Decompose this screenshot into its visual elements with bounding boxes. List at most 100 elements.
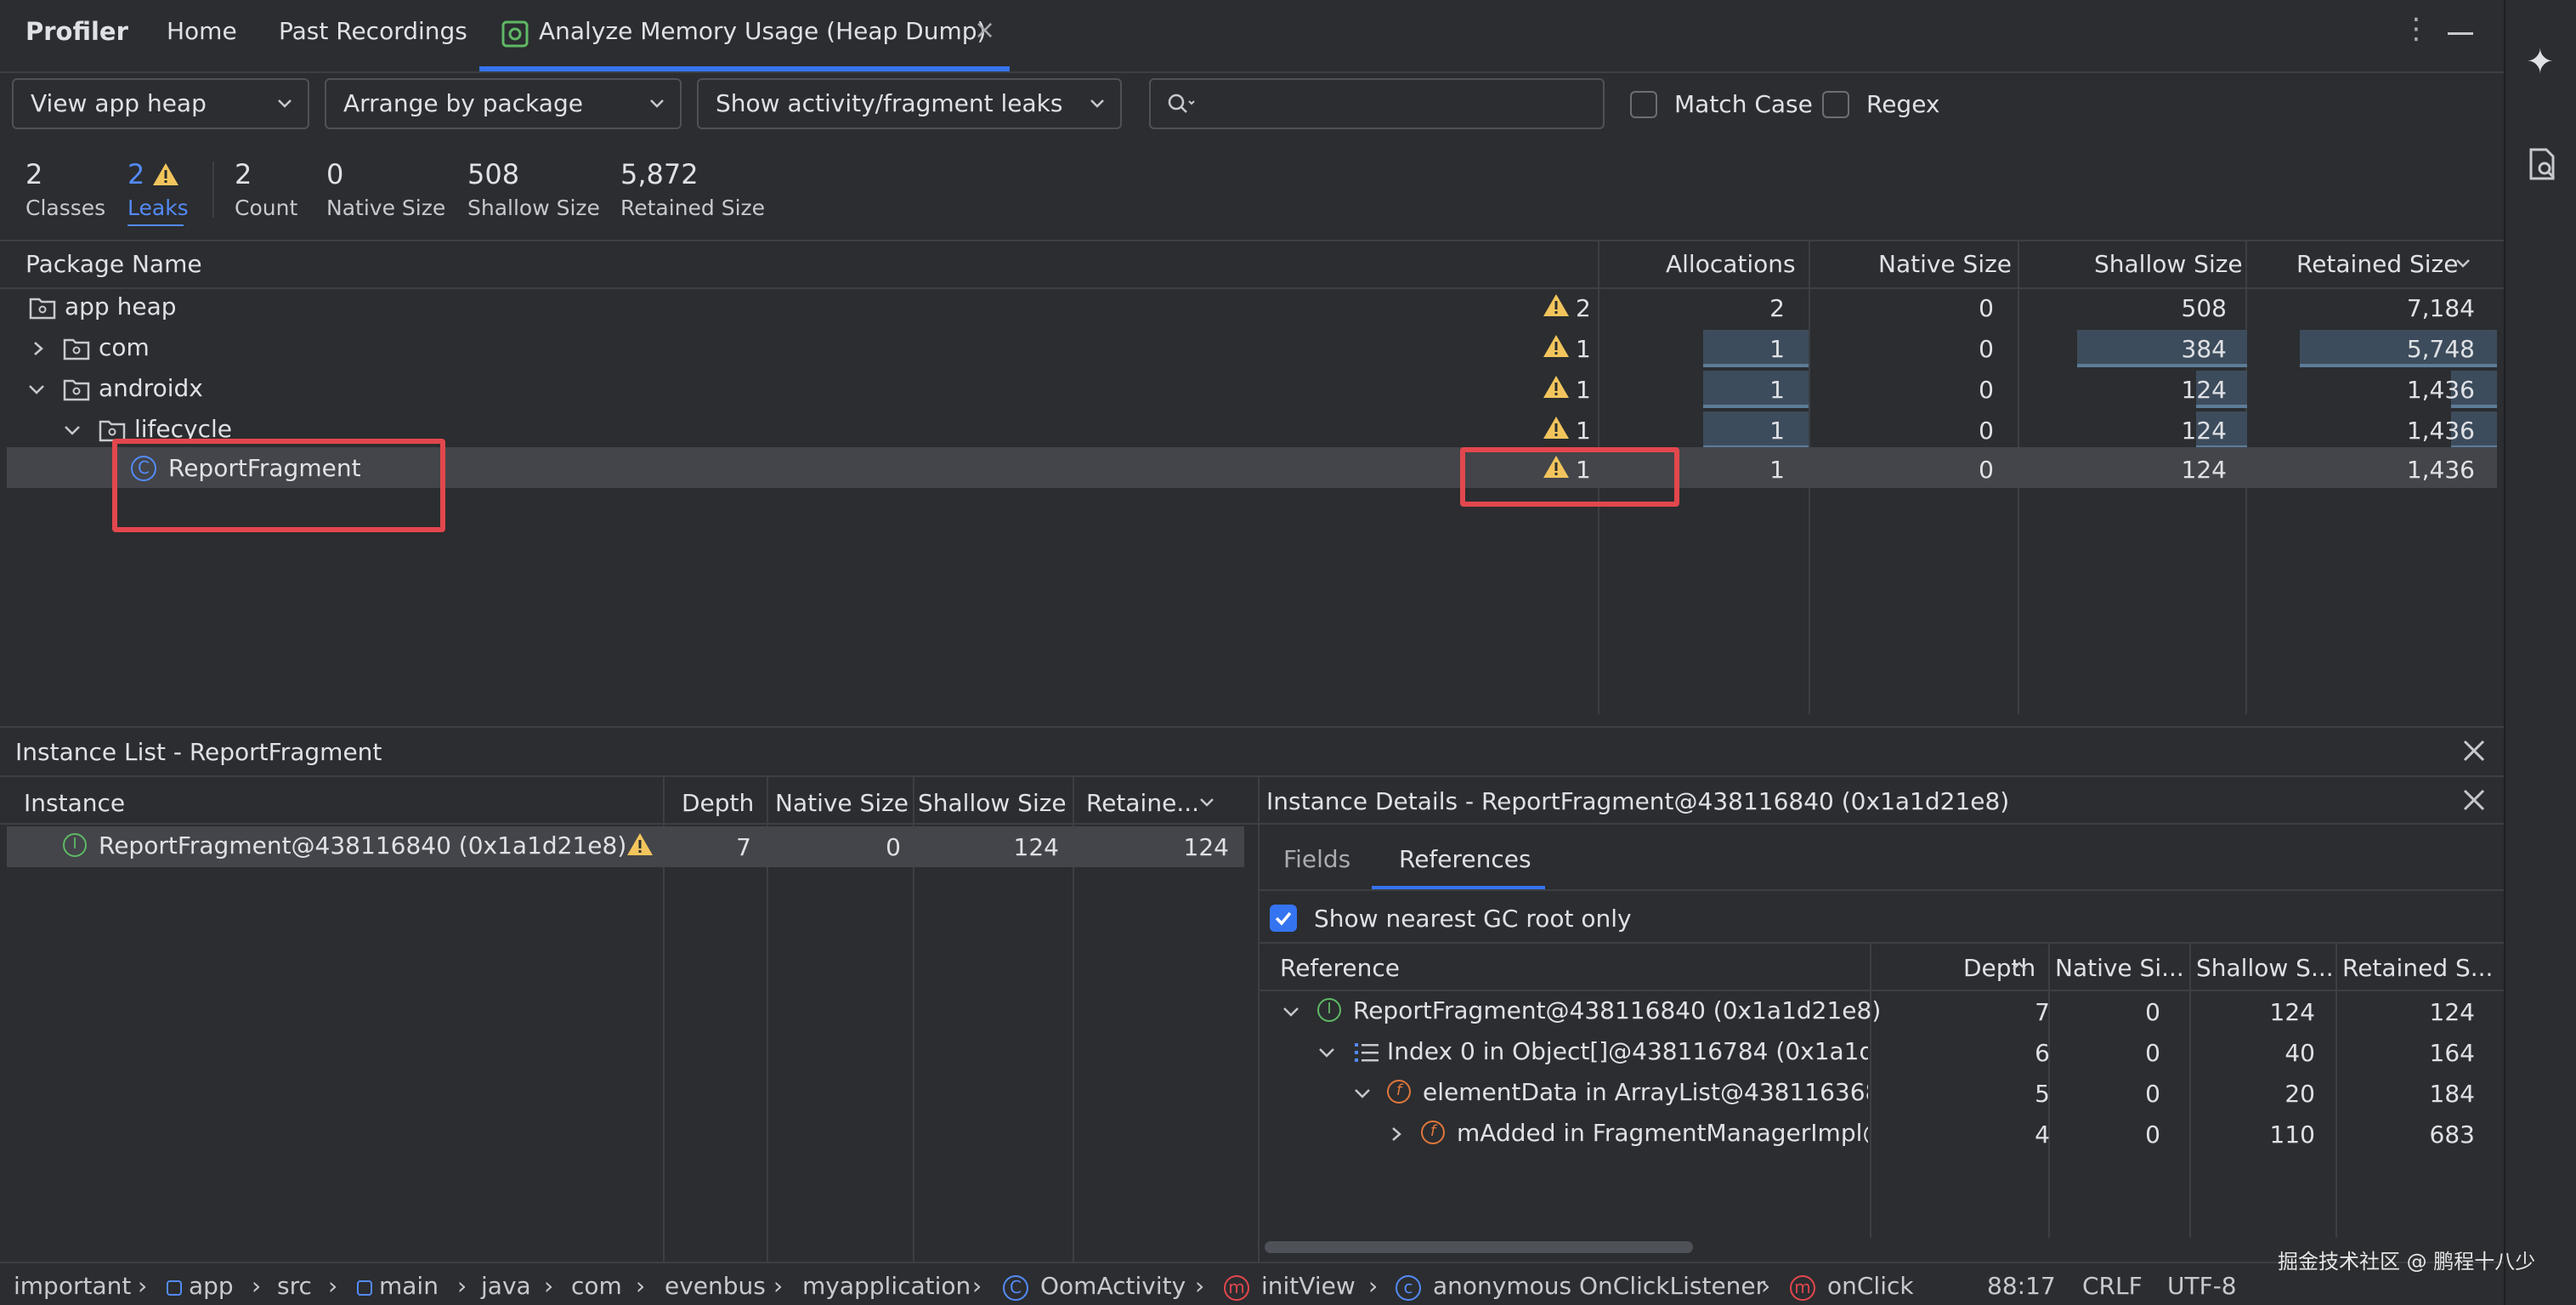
table-row[interactable]: app heap 2 2 0 508 7,184 <box>0 289 2504 328</box>
reference-retained: 124 <box>2429 998 2475 1026</box>
chevron-down-icon[interactable] <box>27 383 46 398</box>
breadcrumb-item[interactable]: java <box>481 1272 531 1300</box>
leaks-underline <box>127 224 184 226</box>
col-retained-size[interactable]: Retaine... <box>1086 789 1199 817</box>
breadcrumb-item[interactable]: important <box>14 1272 131 1300</box>
count-label: Count <box>235 196 298 220</box>
chevron-right-icon[interactable] <box>1389 1126 1404 1143</box>
view-heap-dropdown[interactable]: View app heap <box>12 78 309 129</box>
reference-name: ReportFragment@438116840 (0x1a1d21e8) <box>1353 996 1882 1024</box>
col-native-size[interactable]: Native Size <box>1878 250 2012 278</box>
minimize-icon[interactable] <box>2448 32 2473 35</box>
reference-row[interactable]: Index 0 in Object[]@438116784 (0x1a1d21b… <box>1260 1034 2504 1073</box>
folder-icon <box>357 1280 372 1296</box>
breadcrumb-item[interactable]: OomActivity <box>1040 1272 1186 1300</box>
regex-checkbox[interactable] <box>1822 91 1849 118</box>
breadcrumb-item[interactable]: initView <box>1261 1272 1356 1300</box>
tab-fields[interactable]: Fields <box>1283 845 1350 873</box>
breadcrumb-separator: › <box>544 1272 554 1300</box>
reference-row[interactable]: f elementData in ArrayList@438116368 (0x… <box>1260 1075 2504 1114</box>
regex-label: Regex <box>1866 90 1940 118</box>
arrange-dropdown[interactable]: Arrange by package <box>325 78 682 129</box>
reference-shallow: 124 <box>2269 998 2315 1026</box>
show-leaks-dropdown[interactable]: Show activity/fragment leaks <box>697 78 1122 129</box>
chevron-down-icon <box>1090 99 1104 108</box>
chevron-right-icon[interactable] <box>31 340 46 357</box>
breadcrumb-item[interactable]: evenbus <box>665 1272 766 1300</box>
shallow-size-label: Shallow Size <box>467 196 600 220</box>
col-reference[interactable]: Reference <box>1280 954 1400 982</box>
breadcrumb-item[interactable]: myapplication <box>802 1272 971 1300</box>
more-options-icon[interactable]: ⋮ <box>2402 12 2431 46</box>
horizontal-scrollbar[interactable] <box>1265 1241 1693 1253</box>
inspect-file-icon[interactable] <box>2526 146 2560 182</box>
reference-native: 0 <box>2145 998 2160 1026</box>
sort-desc-icon[interactable] <box>1198 796 1215 809</box>
package-icon <box>29 298 56 320</box>
row-shallow: 124 <box>2181 417 2227 445</box>
breadcrumb-item[interactable]: anonymous OnClickListener <box>1433 1272 1765 1300</box>
line-ending[interactable]: CRLF <box>2082 1272 2143 1300</box>
table-row[interactable]: com 1 1 0 384 5,748 <box>0 330 2504 369</box>
breadcrumb-item[interactable]: com <box>571 1272 622 1300</box>
cursor-position[interactable]: 88:17 <box>1987 1272 2056 1300</box>
breadcrumb-separator: › <box>1761 1272 1771 1300</box>
method-icon: m <box>1790 1275 1815 1301</box>
table-row[interactable]: androidx 1 1 0 124 1,436 <box>0 371 2504 410</box>
gc-root-checkbox[interactable] <box>1270 905 1297 932</box>
shallow-size-value: 508 <box>467 158 520 190</box>
close-icon[interactable] <box>2461 787 2487 813</box>
tab-home[interactable]: Home <box>167 17 237 45</box>
chevron-down-icon[interactable] <box>1317 1046 1336 1061</box>
sort-desc-icon[interactable] <box>2454 257 2471 270</box>
row-native: 0 <box>1979 294 1994 322</box>
reference-row[interactable]: I ReportFragment@438116840 (0x1a1d21e8) … <box>1260 993 2504 1032</box>
reference-native: 0 <box>2145 1121 2160 1149</box>
row-name: com <box>99 333 150 361</box>
col-native-size[interactable]: Native Size <box>775 789 909 817</box>
instance-list-title: Instance List - ReportFragment <box>15 738 382 766</box>
tab-analyze-label: Analyze Memory Usage (Heap Dump) <box>539 17 987 45</box>
col-depth[interactable]: Depth <box>682 789 754 817</box>
col-allocations[interactable]: Allocations <box>1666 250 1796 278</box>
reference-shallow: 110 <box>2269 1121 2315 1149</box>
close-tab-icon[interactable]: × <box>974 15 995 45</box>
col-retained-size[interactable]: Retained S... <box>2342 954 2493 982</box>
chevron-down-icon[interactable] <box>1353 1087 1372 1102</box>
col-native-size[interactable]: Native Si... <box>2055 954 2184 982</box>
chevron-down-icon <box>278 99 292 108</box>
col-shallow-size[interactable]: Shallow Size <box>2094 250 2243 278</box>
gc-root-label: Show nearest GC root only <box>1314 905 1632 933</box>
ai-assistant-icon[interactable]: ✦ <box>2526 43 2555 82</box>
table-row-selected[interactable]: I ReportFragment@438116840 (0x1a1d21e8) … <box>7 826 1244 867</box>
warning-icon <box>1543 376 1569 398</box>
search-input[interactable] <box>1149 78 1605 129</box>
breadcrumb-item[interactable]: onClick <box>1827 1272 1914 1300</box>
reference-shallow: 40 <box>2284 1039 2315 1067</box>
row-shallow: 124 <box>2181 376 2227 404</box>
leaks-summary[interactable]: 2 Leaks <box>127 158 190 226</box>
sort-asc-icon[interactable] <box>2011 959 2028 973</box>
tab-references[interactable]: References <box>1399 845 1531 873</box>
breadcrumb-item[interactable]: main <box>379 1272 439 1300</box>
col-instance[interactable]: Instance <box>24 789 125 817</box>
col-shallow-size[interactable]: Shallow S... <box>2196 954 2334 982</box>
match-case-checkbox[interactable] <box>1630 91 1657 118</box>
tab-analyze-memory[interactable]: Analyze Memory Usage (Heap Dump) × <box>479 0 1010 71</box>
col-retained-size[interactable]: Retained Size <box>2296 250 2458 278</box>
chevron-down-icon[interactable] <box>63 423 82 439</box>
native-size-label: Native Size <box>326 196 446 220</box>
breadcrumb-item[interactable]: src <box>277 1272 312 1300</box>
file-encoding[interactable]: UTF-8 <box>2167 1272 2237 1300</box>
breadcrumb-item[interactable]: app <box>189 1272 234 1300</box>
reference-row[interactable]: f mAdded in FragmentManagerImpl@4 4 0 11… <box>1260 1115 2504 1155</box>
col-shallow-size[interactable]: Shallow Size <box>918 789 1067 817</box>
chevron-down-icon[interactable] <box>1282 1005 1300 1020</box>
package-icon <box>63 379 90 401</box>
col-package-name[interactable]: Package Name <box>25 250 202 278</box>
row-retained: 5,748 <box>2406 335 2475 363</box>
row-shallow: 508 <box>2181 294 2227 322</box>
row-retained: 1,436 <box>2406 417 2475 445</box>
close-icon[interactable] <box>2461 738 2487 763</box>
tab-past-recordings[interactable]: Past Recordings <box>279 17 467 45</box>
